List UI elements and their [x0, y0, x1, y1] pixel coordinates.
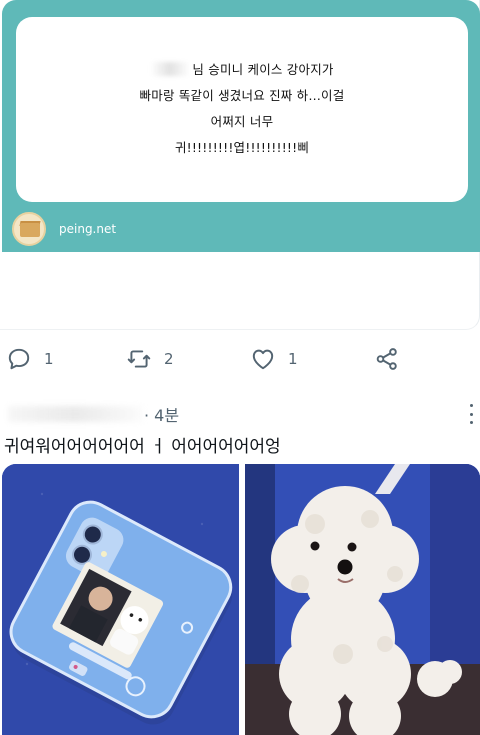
peing-box-icon	[12, 212, 46, 246]
phone-case-image	[2, 464, 239, 735]
reply-button[interactable]: 1	[6, 343, 54, 375]
tweet-header: · 4분	[0, 402, 480, 426]
tweet-text: 귀여워어어어어어어 ㅓ 어어어어어어엉	[4, 437, 281, 457]
site-name: peing.net	[59, 222, 117, 236]
question-line-3: 어쩌지 너무	[210, 114, 274, 129]
poodle-image	[245, 464, 480, 735]
retweet-count: 2	[164, 350, 174, 368]
quoted-card[interactable]: 님 승미니 케이스 강아지가 빠마랑 똑같이 생겼너요 진짜 하…이걸 어쩌지 …	[0, 0, 480, 330]
question-line-2: 빠마랑 똑같이 생겼너요 진짜 하…이걸	[139, 88, 345, 103]
blurred-name	[150, 62, 191, 76]
site-row[interactable]: peing.net	[12, 212, 116, 246]
question-line-4: 귀!!!!!!!!!엽!!!!!!!!!!삐	[174, 140, 310, 155]
poodle-photo[interactable]	[245, 464, 480, 735]
peing-question-card[interactable]: 님 승미니 케이스 강아지가 빠마랑 똑같이 생겼너요 진짜 하…이걸 어쩌지 …	[2, 0, 480, 252]
reply-count: 1	[44, 350, 54, 368]
share-icon	[376, 348, 397, 370]
retweet-button[interactable]: 2	[126, 343, 174, 375]
like-count: 1	[288, 350, 298, 368]
phone-case-photo[interactable]	[2, 464, 239, 735]
question-box: 님 승미니 케이스 강아지가 빠마랑 똑같이 생겼너요 진짜 하…이걸 어쩌지 …	[16, 17, 468, 202]
question-line-1: 님 승미니 케이스 강아지가	[16, 57, 468, 83]
reply-icon	[8, 348, 30, 370]
heart-icon	[252, 349, 274, 370]
share-button[interactable]	[374, 343, 400, 375]
tweet-timestamp[interactable]: · 4분	[144, 402, 179, 426]
tweet-actions: 1 2 1	[0, 343, 480, 375]
blurred-username[interactable]	[8, 406, 142, 422]
like-button[interactable]: 1	[250, 343, 298, 375]
retweet-icon	[127, 350, 151, 368]
more-options-icon[interactable]	[468, 404, 474, 424]
